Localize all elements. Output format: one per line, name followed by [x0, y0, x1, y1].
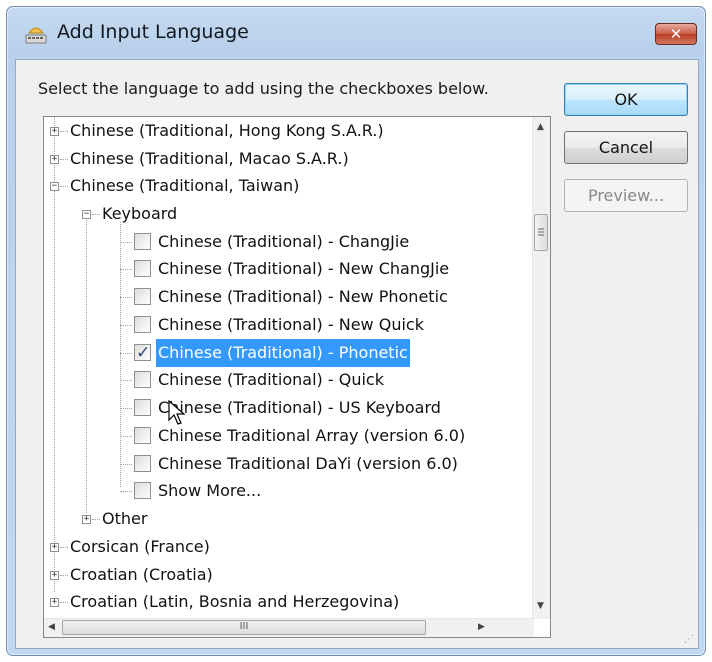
expand-icon[interactable]: +: [50, 571, 59, 580]
tree-item-label: Chinese Traditional Array (version 6.0): [158, 426, 466, 445]
dialog-body: Select the language to add using the che…: [15, 59, 699, 649]
grip-icon: [538, 228, 544, 236]
tree-connector: [120, 491, 132, 492]
tree-connector: [120, 269, 132, 270]
close-icon: ✕: [669, 25, 683, 43]
collapse-icon[interactable]: −: [50, 182, 59, 191]
horizontal-scroll-thumb[interactable]: III: [62, 620, 426, 635]
tree-connector: [60, 131, 68, 132]
title-bar[interactable]: Add Input Language ✕: [7, 7, 705, 59]
tree-connector: [120, 297, 132, 298]
tree-connector: [60, 159, 68, 160]
expand-icon[interactable]: +: [50, 127, 59, 136]
tree-connector: [92, 519, 100, 520]
keyboard-checkbox[interactable]: [134, 399, 151, 416]
tree-guide-line: [86, 215, 87, 513]
tree-item-label: Chinese (Traditional, Hong Kong S.A.R.): [70, 121, 384, 140]
keyboard-checkbox[interactable]: [134, 288, 151, 305]
keyboard-checkbox-checked[interactable]: [134, 339, 151, 367]
tree-item-label: Chinese (Traditional) - New ChangJie: [158, 259, 450, 278]
vertical-scrollbar[interactable]: ▲ ▼: [532, 117, 550, 619]
tree-connector: [120, 408, 132, 409]
expand-icon[interactable]: +: [50, 543, 59, 552]
tree-item-label: Chinese (Traditional) - ChangJie: [158, 232, 410, 251]
expand-icon[interactable]: +: [50, 155, 59, 164]
keyboard-checkbox[interactable]: [134, 371, 151, 388]
tree-item-label: Chinese (Traditional, Taiwan): [70, 176, 300, 195]
tree-item-label: Show More...: [158, 481, 262, 500]
expand-icon[interactable]: +: [82, 515, 91, 524]
tree-item-label: Chinese (Traditional) - Phonetic: [156, 339, 410, 367]
vertical-scroll-thumb[interactable]: [534, 214, 548, 251]
tree-item-label: Other: [102, 509, 148, 528]
tree-connector: [120, 242, 132, 243]
tree-item-label: Chinese Traditional DaYi (version 6.0): [158, 454, 458, 473]
tree-item-label: Chinese (Traditional, Macao S.A.R.): [70, 149, 349, 168]
tree-connector: [60, 602, 68, 603]
language-tree[interactable]: + Chinese (Traditional, Hong Kong S.A.R.…: [43, 116, 551, 638]
tree-guide-line: [120, 222, 121, 487]
keyboard-checkbox[interactable]: [134, 316, 151, 333]
tree-connector: [120, 464, 132, 465]
tree-item-label: Croatian (Latin, Bosnia and Herzegovina): [70, 592, 400, 611]
tree-connector: [60, 547, 68, 548]
scroll-up-arrow-icon[interactable]: ▲: [537, 122, 544, 132]
tree-item-label: Corsican (France): [70, 537, 210, 556]
tree-connector: [60, 575, 68, 576]
grip-icon: III: [239, 621, 249, 632]
cancel-button[interactable]: Cancel: [564, 131, 688, 164]
scroll-right-arrow-icon[interactable]: ▶: [478, 622, 485, 632]
keyboard-checkbox[interactable]: [134, 233, 151, 250]
mouse-cursor-icon: [168, 400, 186, 425]
tree-item-label: Chinese (Traditional) - New Quick: [158, 315, 424, 334]
keyboard-language-icon: [25, 27, 47, 44]
scroll-down-arrow-icon[interactable]: ▼: [537, 601, 544, 611]
tree-connector: [120, 380, 132, 381]
scroll-left-arrow-icon[interactable]: ◀: [48, 622, 55, 632]
tree-item-label: Chinese (Traditional) - New Phonetic: [158, 287, 448, 306]
tree-connector: [92, 214, 100, 215]
resize-grip-icon[interactable]: ⋰: [684, 634, 696, 646]
tree-connector: [120, 436, 132, 437]
keyboard-checkbox[interactable]: [134, 455, 151, 472]
keyboard-checkbox[interactable]: [134, 427, 151, 444]
preview-button[interactable]: Preview...: [564, 179, 688, 212]
tree-item-label: Chinese (Traditional) - Quick: [158, 370, 384, 389]
tree-connector: [120, 325, 132, 326]
instruction-text: Select the language to add using the che…: [38, 79, 489, 98]
ok-button[interactable]: OK: [564, 83, 688, 116]
tree-item-label: Chinese (Traditional) - US Keyboard: [158, 398, 441, 417]
tree-connector: [60, 186, 68, 187]
expand-icon[interactable]: +: [50, 598, 59, 607]
tree-item-label: Croatian (Croatia): [70, 565, 213, 584]
keyboard-checkbox[interactable]: [134, 260, 151, 277]
close-button[interactable]: ✕: [655, 23, 697, 45]
keyboard-checkbox[interactable]: [134, 482, 151, 499]
collapse-icon[interactable]: −: [82, 210, 91, 219]
horizontal-scrollbar[interactable]: ◀ III ▶: [44, 618, 534, 637]
window-title: Add Input Language: [57, 21, 249, 43]
tree-connector: [120, 353, 132, 354]
add-input-language-dialog: Add Input Language ✕ Select the language…: [6, 6, 706, 656]
tree-item-label: Keyboard: [102, 204, 178, 223]
